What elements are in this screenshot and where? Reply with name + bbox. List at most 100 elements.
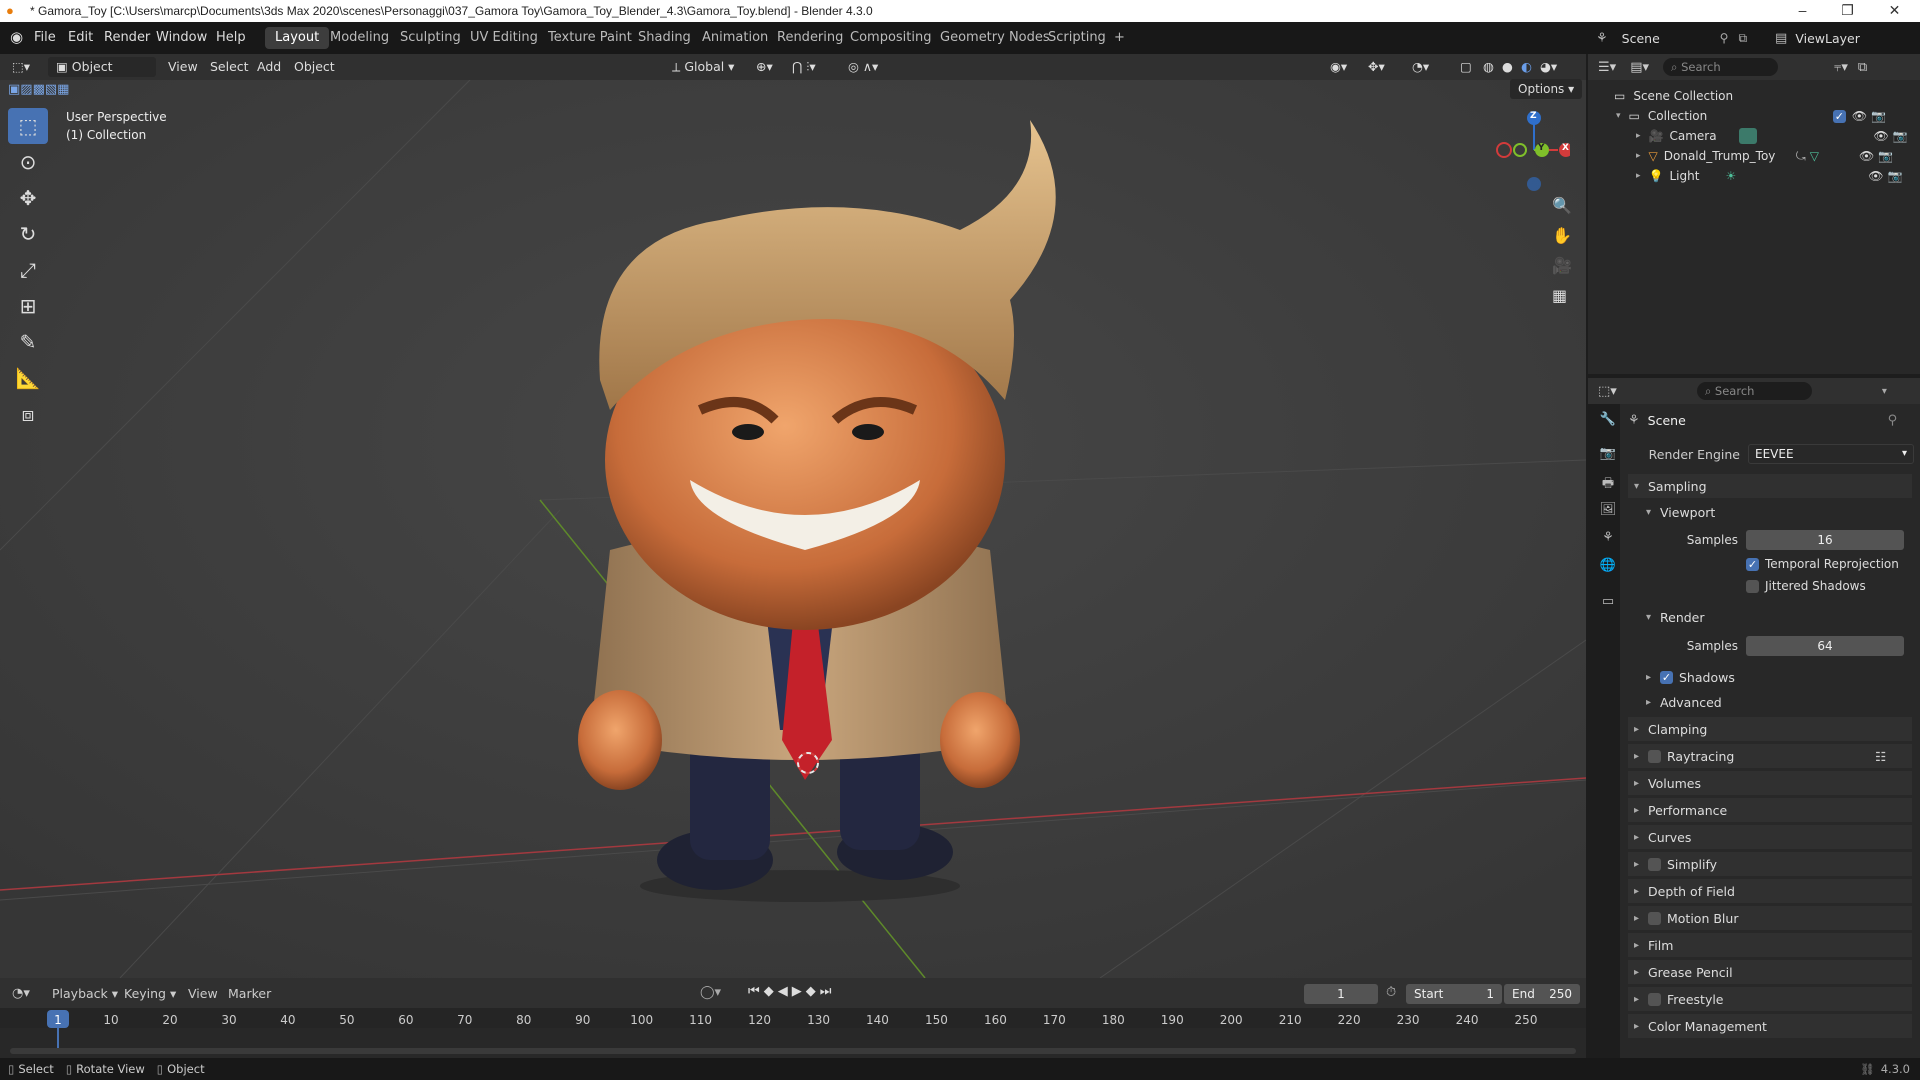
properties-menu-chevron-icon[interactable]: ▾ bbox=[1882, 386, 1887, 397]
light-data-icon[interactable]: ☀ bbox=[1725, 169, 1736, 183]
world-tab-icon[interactable]: 🌐 bbox=[1598, 558, 1618, 578]
visibility-eye-icon[interactable]: 👁 bbox=[1852, 109, 1867, 123]
minimize-button[interactable]: – bbox=[1780, 0, 1825, 22]
scene-tab-icon[interactable]: ⚘ bbox=[1598, 530, 1618, 550]
properties-search-input[interactable]: ⌕ Search bbox=[1696, 382, 1812, 400]
render-camera-icon[interactable]: 📷 bbox=[1878, 149, 1893, 163]
outliner-row-mesh[interactable]: ▸ ▽ Donald_Trump_Toy ⤿ ▽ 👁 📷 bbox=[1588, 146, 1920, 166]
expand-chevron-icon[interactable]: ▸ bbox=[1636, 171, 1641, 181]
gizmo-toggle-icon[interactable]: ✥▾ bbox=[1368, 57, 1385, 77]
panel-motion-blur-header[interactable]: ▸ Motion Blur bbox=[1628, 906, 1912, 930]
render-engine-dropdown[interactable]: EEVEE ▾ bbox=[1748, 444, 1914, 464]
perspective-toggle-icon[interactable]: ▦ bbox=[1552, 286, 1567, 305]
add-workspace-button[interactable]: + bbox=[1104, 27, 1135, 49]
cursor-tool-icon[interactable]: ⊙ bbox=[8, 144, 48, 180]
annotate-tool-icon[interactable]: ✎ bbox=[8, 324, 48, 360]
menu-edit[interactable]: Edit bbox=[68, 30, 93, 45]
outliner-editor-icon[interactable]: ☰▾ bbox=[1598, 60, 1616, 75]
presets-list-icon[interactable]: ☷ bbox=[1875, 749, 1886, 764]
subpanel-shadows-header[interactable]: ▸ ✓ Shadows bbox=[1640, 665, 1912, 689]
freestyle-checkbox[interactable] bbox=[1648, 992, 1661, 1006]
next-keyframe-icon[interactable]: ◆ bbox=[806, 984, 820, 999]
render-camera-icon[interactable]: 📷 bbox=[1893, 129, 1908, 143]
solid-shading-icon[interactable]: ● bbox=[1502, 57, 1513, 77]
filter-icon[interactable]: ⫧▾ bbox=[1834, 60, 1848, 75]
tab-sculpting[interactable]: Sculpting bbox=[390, 27, 471, 49]
panel-volumes-header[interactable]: ▸ Volumes bbox=[1628, 771, 1912, 795]
playback-controls[interactable]: ⏮◆◀▶◆⏭ bbox=[748, 984, 835, 999]
jump-end-icon[interactable]: ⏭ bbox=[820, 984, 836, 999]
transform-tool-icon[interactable]: ⊞ bbox=[8, 288, 48, 324]
tab-shading[interactable]: Shading bbox=[628, 27, 701, 49]
select-box-tool-icon[interactable]: ⬚ bbox=[8, 108, 48, 144]
tab-uv-editing[interactable]: UV Editing bbox=[460, 27, 548, 49]
jittered-shadows-checkbox[interactable] bbox=[1746, 579, 1759, 593]
properties-editor-icon[interactable]: ⬚▾ bbox=[1598, 384, 1617, 399]
preview-range-icon[interactable]: ⏱ bbox=[1386, 985, 1396, 1000]
collection-tab-icon[interactable]: ▭ bbox=[1598, 594, 1618, 614]
overlay-icon[interactable]: ◔▾ bbox=[1412, 57, 1429, 77]
material-shading-icon[interactable]: ◐ bbox=[1521, 57, 1532, 77]
view-menu[interactable]: View bbox=[168, 57, 198, 77]
3d-viewport[interactable] bbox=[0, 80, 1586, 978]
tab-compositing[interactable]: Compositing bbox=[840, 27, 942, 49]
view-layer-tab-icon[interactable]: 🖼 bbox=[1598, 502, 1618, 522]
play-reverse-icon[interactable]: ◀ bbox=[778, 984, 792, 999]
menu-render[interactable]: Render bbox=[104, 30, 150, 45]
start-frame-field[interactable]: Start 1 bbox=[1406, 984, 1502, 1004]
jump-start-icon[interactable]: ⏮ bbox=[748, 984, 764, 999]
outliner-row-collection[interactable]: ▾ ▭ Collection ✓ 👁 📷 bbox=[1588, 106, 1920, 126]
rendered-shading-icon[interactable]: ◕▾ bbox=[1540, 57, 1557, 77]
visibility-icon[interactable]: ◉▾ bbox=[1330, 57, 1347, 77]
render-samples-field[interactable]: 64 bbox=[1746, 636, 1904, 656]
timeline-scrollbar[interactable] bbox=[10, 1048, 1576, 1054]
proportional-edit-icon[interactable]: ◎ ∧▾ bbox=[848, 57, 878, 77]
display-mode-icon[interactable]: ▤▾ bbox=[1630, 60, 1649, 75]
playhead-line[interactable] bbox=[57, 1028, 59, 1050]
camera-data-icon[interactable] bbox=[1739, 128, 1758, 144]
navigation-gizmo[interactable]: Z Y X bbox=[1490, 108, 1573, 198]
select-box-mode-icon[interactable]: ▣▨▩▧▦ bbox=[8, 82, 69, 97]
auto-keying-icon[interactable]: ◯▾ bbox=[700, 985, 721, 1000]
render-camera-icon[interactable]: 📷 bbox=[1887, 169, 1902, 183]
object-menu[interactable]: Object bbox=[294, 57, 335, 77]
subpanel-viewport-header[interactable]: ▾ Viewport bbox=[1640, 500, 1912, 524]
shadows-checkbox[interactable]: ✓ bbox=[1660, 670, 1673, 684]
pin-icon[interactable]: ⚲ bbox=[1888, 413, 1898, 428]
pivot-icon[interactable]: ⊕▾ bbox=[756, 57, 773, 77]
mesh-data-icon[interactable]: ▽ bbox=[1810, 149, 1819, 163]
prev-keyframe-icon[interactable]: ◆ bbox=[764, 984, 778, 999]
panel-performance-header[interactable]: ▸ Performance bbox=[1628, 798, 1912, 822]
raytracing-checkbox[interactable] bbox=[1648, 749, 1661, 763]
render-tab-icon[interactable]: 📷 bbox=[1598, 446, 1618, 466]
axis-gizmo-icon[interactable] bbox=[1490, 108, 1573, 198]
panel-clamping-header[interactable]: ▸ Clamping bbox=[1628, 717, 1912, 741]
panel-simplify-header[interactable]: ▸ Simplify bbox=[1628, 852, 1912, 876]
maximize-button[interactable]: ❐ bbox=[1825, 0, 1870, 22]
timeline-editor-icon[interactable]: ◔▾ bbox=[12, 986, 30, 1001]
keying-menu[interactable]: Keying ▾ bbox=[124, 986, 176, 1001]
panel-freestyle-header[interactable]: ▸ Freestyle bbox=[1628, 987, 1912, 1011]
current-frame-field[interactable]: 1 bbox=[1304, 984, 1378, 1004]
pan-hand-icon[interactable]: ✋ bbox=[1552, 226, 1572, 245]
orientation-dropdown[interactable]: ⟂ Global ▾ bbox=[672, 57, 734, 77]
outliner-search-input[interactable]: ⌕ Search bbox=[1663, 58, 1778, 76]
expand-collection-chevron-icon[interactable]: ▾ bbox=[1616, 111, 1621, 121]
select-menu[interactable]: Select bbox=[210, 57, 249, 77]
simplify-checkbox[interactable] bbox=[1648, 857, 1661, 871]
rotate-tool-icon[interactable]: ↻ bbox=[8, 216, 48, 252]
visibility-eye-icon[interactable]: 👁 bbox=[1868, 169, 1883, 183]
mode-dropdown[interactable]: ▣ Object Mode ▾ bbox=[48, 57, 156, 94]
menu-window[interactable]: Window bbox=[156, 30, 207, 45]
add-cube-tool-icon[interactable]: ⧈ bbox=[8, 396, 48, 432]
zoom-icon[interactable]: 🔍 bbox=[1552, 196, 1572, 215]
menu-help[interactable]: Help bbox=[216, 30, 246, 45]
new-scene-icon[interactable]: ⧉ bbox=[1738, 31, 1747, 46]
move-tool-icon[interactable]: ✥ bbox=[8, 180, 48, 216]
end-frame-field[interactable]: End 250 bbox=[1504, 984, 1580, 1004]
view-layer-name[interactable]: ViewLayer bbox=[1795, 31, 1860, 46]
scene-name[interactable]: Scene bbox=[1622, 31, 1712, 46]
marker-menu[interactable]: Marker bbox=[228, 986, 271, 1001]
add-menu[interactable]: Add bbox=[257, 57, 281, 77]
output-tab-icon[interactable]: 🖶 bbox=[1598, 474, 1618, 494]
